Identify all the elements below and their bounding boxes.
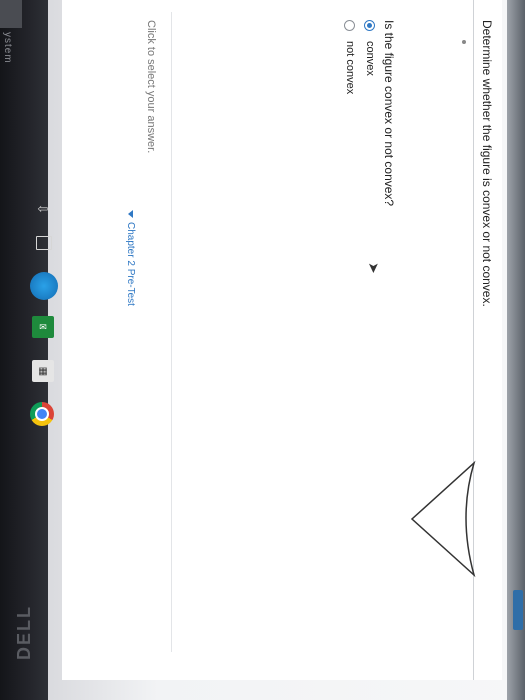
triangle-down-icon: [128, 210, 133, 218]
mouse-pointer-icon: ➤: [366, 262, 382, 274]
answer-area: Click to select your answer.: [119, 12, 172, 652]
screen: ystem ⇦ ✉ ▦ DELL Determine whether the f…: [0, 0, 525, 700]
back-arrow-icon[interactable]: ⇦: [32, 198, 54, 220]
question-panel: Determine whether the figure is convex o…: [62, 0, 502, 680]
chrome-icon[interactable]: [30, 402, 54, 426]
question-title: Determine whether the figure is convex o…: [480, 20, 494, 307]
option-not-convex[interactable]: not convex: [344, 20, 356, 94]
chapter-link-label: Chapter 2 Pre-Test: [125, 222, 136, 306]
chapter-link[interactable]: Chapter 2 Pre-Test: [125, 210, 136, 306]
triangle-shape: [410, 460, 476, 578]
radio-convex[interactable]: [364, 20, 376, 31]
scrollbar-handle[interactable]: [513, 590, 523, 630]
cortana-icon[interactable]: [30, 272, 58, 300]
question-prompt: Is the figure convex or not convex?: [382, 20, 396, 207]
radio-fill: [367, 23, 373, 28]
brand-logo: DELL: [14, 605, 34, 660]
taskbar-tab: [0, 0, 22, 28]
dot-icon: [462, 40, 466, 44]
question-page: Determine whether the figure is convex o…: [62, 0, 502, 700]
window-frame: [507, 0, 525, 700]
taskbar: ystem ⇦ ✉ ▦ DELL: [0, 0, 58, 700]
side-label: ystem: [2, 32, 13, 64]
task-view-icon[interactable]: [36, 236, 52, 250]
figure-triangle: [410, 460, 476, 578]
option-label: not convex: [344, 41, 356, 95]
option-label: convex: [364, 41, 376, 76]
chrome-center-icon: [35, 407, 49, 421]
option-convex[interactable]: convex: [364, 20, 376, 76]
radio-not-convex[interactable]: [344, 20, 356, 31]
answer-hint: Click to select your answer.: [145, 20, 157, 154]
store-icon[interactable]: ▦: [32, 360, 54, 382]
mail-icon[interactable]: ✉: [32, 316, 54, 338]
